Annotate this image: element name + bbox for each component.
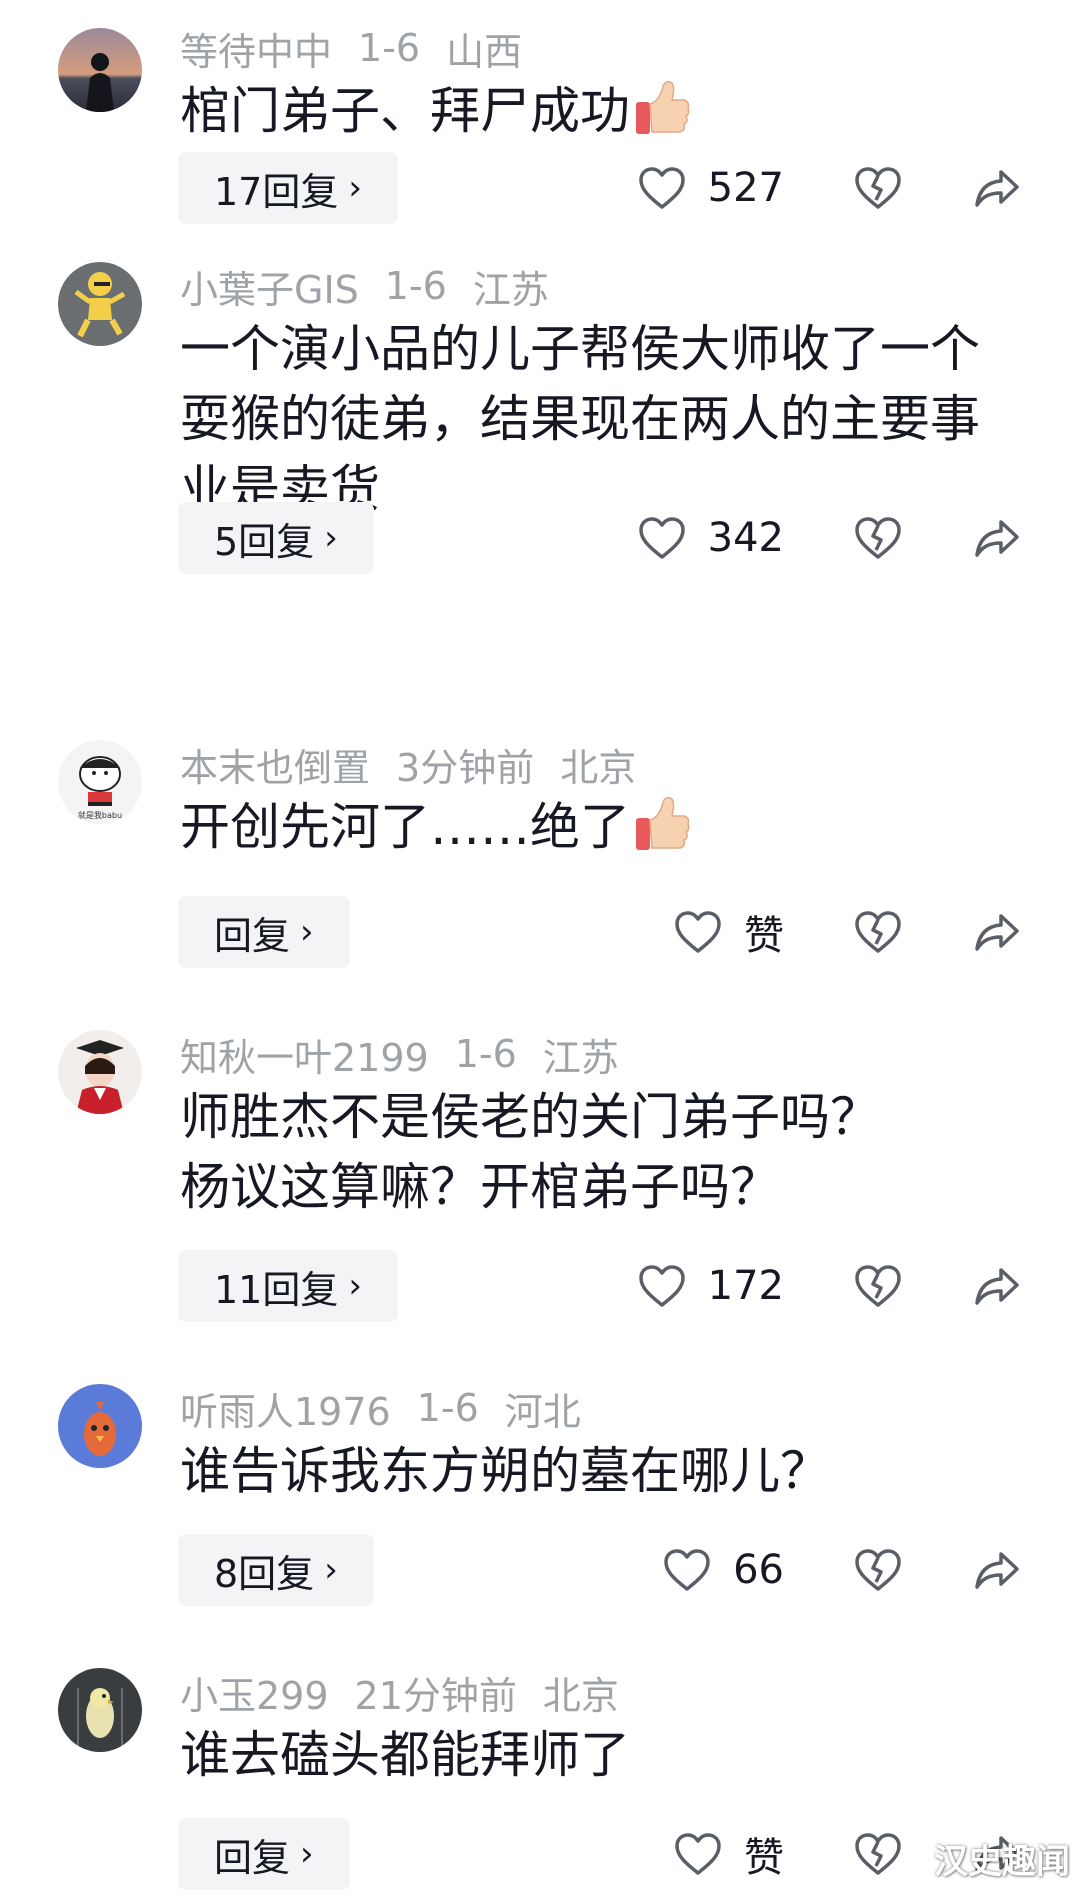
comment-date: 1-6 — [358, 26, 421, 70]
dislike-button[interactable] — [854, 896, 902, 968]
dislike-button[interactable] — [854, 152, 902, 224]
like-count: 赞 — [744, 913, 784, 959]
like-button[interactable]: 527 — [638, 152, 784, 224]
heart-icon — [675, 1833, 721, 1875]
watermark: 汉史趣闻 — [934, 1842, 1070, 1882]
comment-meta: 听雨人1976 1-6 河北 — [180, 1382, 581, 1434]
like-count: 赞 — [744, 1835, 784, 1881]
comment-text: 棺门弟子、拜尸成功 — [180, 76, 1020, 156]
like-button[interactable]: 赞 — [674, 1818, 784, 1890]
thumbs-up-emoji-icon — [634, 76, 690, 156]
comment-actions: 赞 — [0, 896, 1082, 968]
comment-actions: 赞 — [0, 1818, 1082, 1890]
like-button[interactable]: 赞 — [674, 896, 784, 968]
avatar[interactable]: 就是我babu — [58, 740, 142, 824]
username[interactable]: 等待中中 — [180, 21, 332, 76]
heart-icon — [664, 1549, 710, 1591]
share-arrow-icon — [975, 1552, 1019, 1589]
avatar-bird-icon — [58, 1384, 142, 1468]
username[interactable]: 知秋一叶2199 — [180, 1027, 429, 1082]
avatar[interactable] — [58, 28, 142, 112]
like-count: 66 — [733, 1547, 784, 1593]
avatar-graduate-girl-icon — [58, 1030, 142, 1114]
avatar-cartoon-boy-icon: 就是我babu — [58, 740, 142, 824]
broken-heart-icon — [855, 167, 901, 209]
avatar[interactable] — [58, 1030, 142, 1114]
like-count: 172 — [707, 1263, 784, 1309]
comment-text-content: 开创先河了……绝了 — [180, 798, 630, 856]
comment-date: 1-6 — [384, 264, 447, 308]
comment-date: 1-6 — [416, 1386, 479, 1430]
like-count: 527 — [707, 165, 784, 211]
avatar-cartoon-dancer-icon — [58, 262, 142, 346]
comment-date: 3分钟前 — [396, 745, 535, 790]
comment-date: 1-6 — [454, 1032, 517, 1076]
like-count: 342 — [707, 515, 784, 561]
comment-text-content: 棺门弟子、拜尸成功 — [180, 82, 630, 140]
comment-text: 开创先河了……绝了 — [180, 792, 1020, 872]
share-button[interactable] — [974, 1534, 1020, 1606]
comment-location: 山西 — [446, 29, 523, 74]
comment-location: 江苏 — [472, 267, 549, 312]
comment-location: 北京 — [542, 1673, 619, 1718]
username[interactable]: 小葉子GIS — [180, 259, 359, 314]
like-button[interactable]: 172 — [638, 1250, 784, 1322]
broken-heart-icon — [855, 1833, 901, 1875]
share-button[interactable] — [974, 152, 1020, 224]
dislike-button[interactable] — [854, 502, 902, 574]
username[interactable]: 听雨人1976 — [180, 1381, 391, 1436]
share-arrow-icon — [975, 170, 1019, 207]
avatar-silhouette-sunset-icon — [58, 28, 142, 112]
heart-icon — [638, 167, 685, 209]
comment-meta: 本末也倒置 3分钟前 北京 — [180, 738, 636, 790]
comment-actions: 172 — [0, 1250, 1082, 1322]
comment-meta: 小玉299 21分钟前 北京 — [180, 1666, 619, 1718]
dislike-button[interactable] — [854, 1534, 902, 1606]
broken-heart-icon — [855, 1549, 901, 1591]
avatar[interactable] — [58, 1384, 142, 1468]
share-button[interactable] — [974, 896, 1020, 968]
comment-location: 北京 — [560, 745, 637, 790]
comment-location: 江苏 — [542, 1035, 619, 1080]
comment-actions: 342 — [0, 502, 1082, 574]
comment-meta: 知秋一叶2199 1-6 江苏 — [180, 1028, 619, 1080]
comment-location: 河北 — [504, 1389, 581, 1434]
comment-actions: 527 — [0, 152, 1082, 224]
broken-heart-icon — [855, 911, 901, 953]
comment-text: 谁告诉我东方朔的墓在哪儿？ — [180, 1442, 830, 1500]
share-button[interactable] — [974, 502, 1020, 574]
avatar-caption: 就是我babu — [78, 810, 122, 820]
dislike-button[interactable] — [854, 1818, 902, 1890]
username[interactable]: 小玉299 — [180, 1665, 329, 1720]
comment-text: 一个演小品的儿子帮侯大师收了一个耍猴的徒弟，结果现在两人的主要事业是卖货 — [180, 320, 980, 518]
comment-text: 师胜杰不是侯老的关门弟子吗？杨议这算嘛？开棺弟子吗？ — [180, 1088, 880, 1216]
avatar[interactable] — [58, 262, 142, 346]
heart-icon — [675, 911, 721, 953]
broken-heart-icon — [855, 1265, 901, 1307]
share-arrow-icon — [975, 1268, 1019, 1305]
thumbs-up-emoji-icon — [634, 792, 690, 872]
share-arrow-icon — [975, 914, 1019, 951]
like-button[interactable]: 342 — [638, 502, 784, 574]
comment-date: 21分钟前 — [354, 1673, 517, 1718]
comment-text: 谁去磕头都能拜师了 — [180, 1726, 630, 1784]
avatar-parrot-icon — [58, 1668, 142, 1752]
comment-actions: 66 — [0, 1534, 1082, 1606]
comment-meta: 小葉子GIS 1-6 江苏 — [180, 260, 549, 312]
share-button[interactable] — [974, 1250, 1020, 1322]
username[interactable]: 本末也倒置 — [180, 737, 370, 792]
heart-icon — [638, 517, 685, 559]
like-button[interactable]: 66 — [663, 1534, 784, 1606]
avatar[interactable] — [58, 1668, 142, 1752]
broken-heart-icon — [855, 517, 901, 559]
dislike-button[interactable] — [854, 1250, 902, 1322]
share-arrow-icon — [975, 520, 1019, 557]
heart-icon — [638, 1265, 685, 1307]
comment-meta: 等待中中 1-6 山西 — [180, 22, 522, 74]
